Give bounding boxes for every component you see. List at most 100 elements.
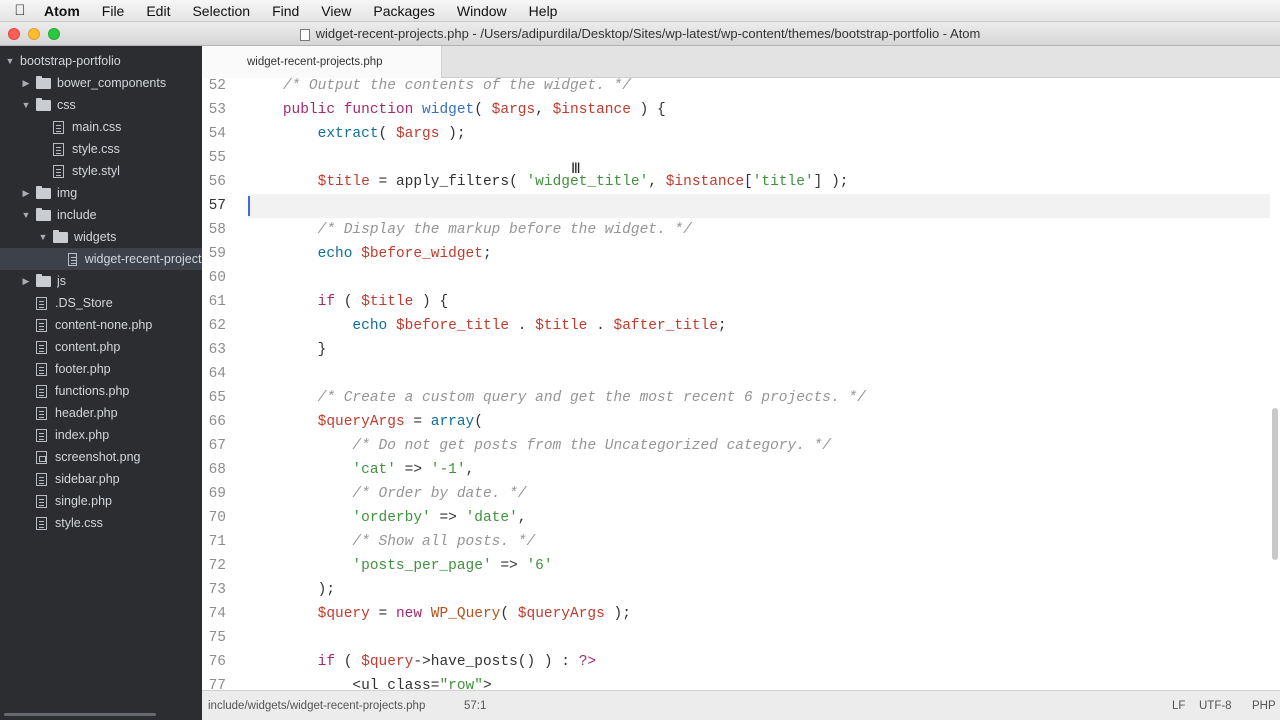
editor-scrollbar[interactable] <box>1272 408 1278 560</box>
code-token-plain: , <box>465 462 475 478</box>
code-line[interactable] <box>248 146 1270 170</box>
zoom-window-button[interactable] <box>48 28 60 40</box>
menu-edit[interactable]: Edit <box>135 0 181 22</box>
tree-item-css[interactable]: ▼ css <box>0 94 202 116</box>
minimize-window-button[interactable] <box>28 28 40 40</box>
code-line[interactable]: /* Show all posts. */ <box>248 530 1270 554</box>
code-editor[interactable]: 52 53 54 55 56 57 58 59 60 61 62 63 64 65 66 67 68 69 70 71… <box>202 78 1280 690</box>
code-line[interactable]: extract( $args ); <box>248 122 1270 146</box>
file-icon <box>36 428 47 442</box>
line-number: 60 <box>208 270 226 286</box>
tree-item-widgets[interactable]: ▼ widgets <box>0 226 202 248</box>
code-line[interactable] <box>248 194 1270 218</box>
menu-window[interactable]: Window <box>446 0 518 22</box>
code-line[interactable]: /* Display the markup before the widget.… <box>248 218 1270 242</box>
tree-item-img[interactable]: ▶ img <box>0 182 202 204</box>
tree-item-style-styl[interactable]: style.styl <box>0 160 202 182</box>
code-line[interactable] <box>248 362 1270 386</box>
code-token-var: $query <box>317 606 370 622</box>
code-line[interactable] <box>248 626 1270 650</box>
tree-item-main-css[interactable]: main.css <box>0 116 202 138</box>
code-token-var: $args <box>395 126 440 142</box>
code-line[interactable]: ); <box>248 578 1270 602</box>
code-token-string: '6' <box>526 558 553 574</box>
code-line[interactable]: } <box>248 338 1270 362</box>
code-token-var: $args <box>491 102 536 118</box>
tree-item-label: functions.php <box>55 384 130 398</box>
code-line[interactable]: <ul class="row"> <box>248 674 1270 690</box>
code-line[interactable]: /* Order by date. */ <box>248 482 1270 506</box>
line-number: 69 <box>208 486 226 502</box>
tree-item-widget-recent-projects-php[interactable]: widget-recent-projects.php <box>0 248 202 270</box>
code-line[interactable]: $queryArgs = array( <box>248 410 1270 434</box>
tree-item-style-css[interactable]: style.css <box>0 138 202 160</box>
chevron-right-icon: ▶ <box>22 275 30 286</box>
tree-item-functions-php[interactable]: functions.php <box>0 380 202 402</box>
code-line[interactable]: 'orderby' => 'date', <box>248 506 1270 530</box>
code-line[interactable]: /* Output the contents of the widget. */ <box>248 78 1270 98</box>
code-token-var: $title <box>361 294 414 310</box>
menu-packages[interactable]: Packages <box>362 0 445 22</box>
tab-widget-recent-projects[interactable]: widget-recent-projects.php <box>202 46 442 78</box>
code-token-plain: ( <box>335 654 362 670</box>
tree-item-footer-php[interactable]: footer.php <box>0 358 202 380</box>
tree-item-content-none-php[interactable]: content-none.php <box>0 314 202 336</box>
tree-item-style-css[interactable]: style.css <box>0 512 202 534</box>
file-icon <box>36 516 47 530</box>
status-encoding[interactable]: UTF-8 <box>1199 700 1232 712</box>
status-grammar[interactable]: PHP <box>1252 700 1276 712</box>
tree-item-ds-store[interactable]: .DS_Store <box>0 292 202 314</box>
code-token-var: $instance <box>552 102 631 118</box>
code-line[interactable]: if ( $query->have_posts() ) : ?> <box>248 650 1270 674</box>
code-line[interactable]: if ( $title ) { <box>248 290 1270 314</box>
tree-item-sidebar-php[interactable]: sidebar.php <box>0 468 202 490</box>
tree-item-include[interactable]: ▼ include <box>0 204 202 226</box>
menu-atom[interactable]: Atom <box>40 0 91 22</box>
tree-item-label: footer.php <box>55 362 111 376</box>
tree-item-content-php[interactable]: content.php <box>0 336 202 358</box>
file-icon <box>36 296 47 310</box>
tree-item-index-php[interactable]: index.php <box>0 424 202 446</box>
status-file-path[interactable]: include/widgets/widget-recent-projects.p… <box>208 700 425 712</box>
code-token-plain: [ <box>744 174 753 190</box>
tree-item-js[interactable]: ▶ js <box>0 270 202 292</box>
menu-help[interactable]: Help <box>518 0 569 22</box>
code-line[interactable]: $title = apply_filters( 'widget_title', … <box>248 170 1270 194</box>
line-number: 68 <box>208 462 226 478</box>
file-icon <box>36 362 47 376</box>
code-line[interactable]: echo $before_title . $title . $after_tit… <box>248 314 1270 338</box>
code-line[interactable]: $query = new WP_Query( $queryArgs ); <box>248 602 1270 626</box>
close-window-button[interactable] <box>8 28 20 40</box>
chevron-down-icon: ▼ <box>21 210 31 220</box>
code-line[interactable]: 'cat' => '-1', <box>248 458 1270 482</box>
status-cursor-position[interactable]: 57:1 <box>464 700 486 712</box>
code-token-plain: . <box>509 318 536 334</box>
code-line[interactable]: /* Do not get posts from the Uncategoriz… <box>248 434 1270 458</box>
code-token-plain: , <box>535 102 553 118</box>
code-line[interactable]: 'posts_per_page' => '6' <box>248 554 1270 578</box>
menu-find[interactable]: Find <box>261 0 310 22</box>
menu-file[interactable]: File <box>91 0 136 22</box>
menu-view[interactable]: View <box>310 0 362 22</box>
code-line[interactable] <box>248 266 1270 290</box>
code-token-plain: ( <box>378 126 396 142</box>
tree-item-screenshot-png[interactable]: screenshot.png <box>0 446 202 468</box>
tree-item-single-php[interactable]: single.php <box>0 490 202 512</box>
apple-logo-icon[interactable]:  <box>0 2 40 19</box>
status-line-ending[interactable]: LF <box>1172 700 1185 712</box>
code-token-func: widget <box>422 102 475 118</box>
code-token-var: $instance <box>665 174 745 190</box>
tree-item-header-php[interactable]: header.php <box>0 402 202 424</box>
code-line[interactable]: public function widget( $args, $instance… <box>248 98 1270 122</box>
code-token-plain: = <box>369 606 396 622</box>
file-icon <box>36 318 47 332</box>
tree-view-scrollbar[interactable] <box>4 713 156 716</box>
code-line[interactable]: /* Create a custom query and get the mos… <box>248 386 1270 410</box>
tree-item-bower-components[interactable]: ▶ bower_components <box>0 72 202 94</box>
code-line[interactable]: echo $before_widget; <box>248 242 1270 266</box>
menu-selection[interactable]: Selection <box>181 0 261 22</box>
tree-root-folder[interactable]: ▼ bootstrap-portfolio <box>0 50 202 72</box>
